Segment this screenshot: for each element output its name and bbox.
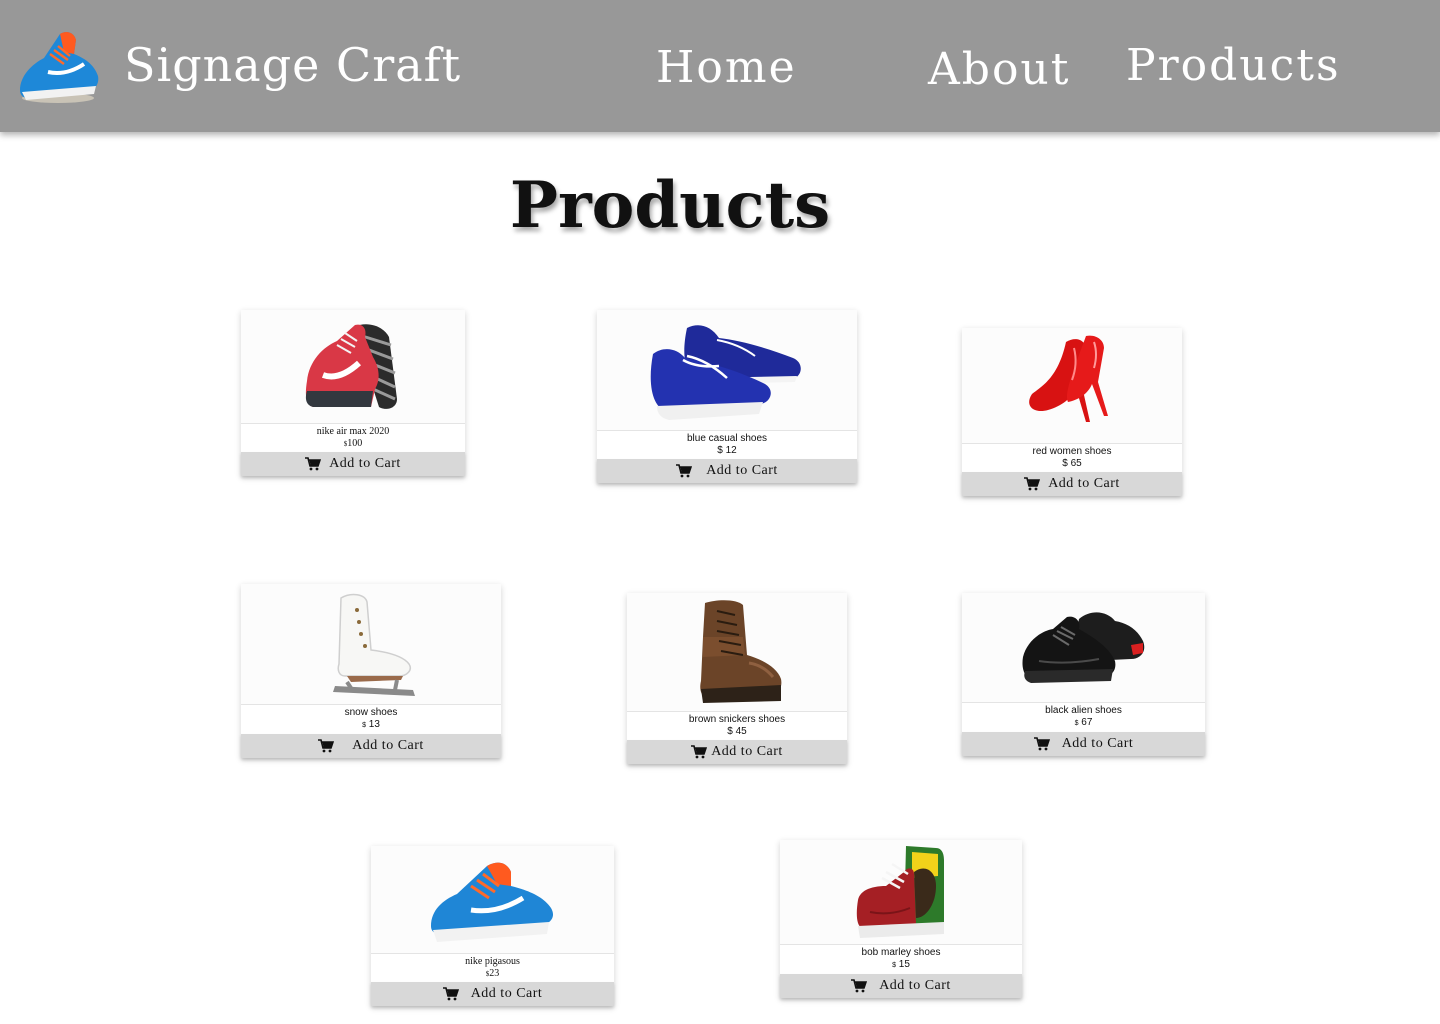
add-to-cart-label: Add to Cart: [879, 978, 951, 993]
product-info: snow shoes $ 13: [241, 705, 501, 734]
add-to-cart-button[interactable]: Add to Cart: [241, 734, 501, 758]
top-nav-bar: Signage Craft Home About Products: [0, 0, 1440, 132]
ice-skate-icon[interactable]: [241, 584, 501, 705]
cart-icon: [1034, 737, 1050, 751]
product-price: $ 65: [1062, 458, 1082, 469]
cart-icon: [1024, 477, 1040, 491]
product-info: nike pigasous $23: [371, 954, 614, 982]
cart-icon: [318, 739, 334, 753]
product-card: nike air max 2020 $100 Add to Cart: [241, 310, 465, 476]
add-to-cart-label: Add to Cart: [1048, 476, 1120, 491]
red-high-heel-icon[interactable]: [962, 328, 1182, 444]
brand-name[interactable]: Signage Craft: [124, 38, 461, 92]
cart-icon: [676, 464, 692, 478]
product-info: red women shoes $ 65: [962, 444, 1182, 472]
cart-icon: [691, 745, 707, 759]
add-to-cart-button[interactable]: Add to Cart: [597, 459, 857, 483]
product-name: snow shoes: [344, 707, 398, 718]
product-price: $ 13: [362, 719, 380, 730]
product-info: brown snickers shoes $ 45: [627, 712, 847, 740]
product-card: blue casual shoes $ 12 Add to Cart: [597, 310, 857, 483]
nav-products-link[interactable]: Products: [1126, 40, 1341, 91]
nav-about-link[interactable]: About: [928, 44, 1070, 95]
add-to-cart-button[interactable]: Add to Cart: [962, 472, 1182, 496]
nav-home-link[interactable]: Home: [656, 42, 797, 93]
product-info: blue casual shoes $ 12: [597, 431, 857, 459]
blue-running-shoe-icon[interactable]: [371, 846, 614, 954]
product-name: bob marley shoes: [861, 947, 941, 958]
add-to-cart-label: Add to Cart: [352, 738, 424, 753]
add-to-cart-button[interactable]: Add to Cart: [780, 974, 1022, 998]
product-price: $100: [343, 438, 363, 449]
add-to-cart-label: Add to Cart: [470, 986, 543, 1001]
product-name: blue casual shoes: [686, 433, 768, 444]
product-price: $ 12: [717, 445, 737, 456]
sneaker-logo-icon[interactable]: [14, 24, 102, 108]
cart-icon: [443, 987, 459, 1001]
add-to-cart-button[interactable]: Add to Cart: [962, 732, 1205, 756]
product-name: brown snickers shoes: [688, 714, 786, 725]
add-to-cart-button[interactable]: Add to Cart: [371, 982, 614, 1006]
product-price: $ 67: [1074, 717, 1093, 728]
add-to-cart-label: Add to Cart: [329, 456, 401, 471]
add-to-cart-label: Add to Cart: [1061, 736, 1134, 751]
product-info: bob marley shoes $ 15: [780, 945, 1022, 974]
product-info: nike air max 2020 $100: [241, 424, 465, 452]
page-title: Products: [509, 168, 831, 243]
product-card: black alien shoes $ 67 Add to Cart: [962, 593, 1205, 756]
product-price: $ 45: [727, 726, 747, 737]
product-card: nike pigasous $23 Add to Cart: [371, 846, 614, 1006]
blue-boat-shoe-icon[interactable]: [597, 310, 857, 431]
product-name: black alien shoes: [1045, 705, 1122, 716]
red-high-top-icon[interactable]: [780, 840, 1022, 945]
brown-boot-icon[interactable]: [627, 593, 847, 712]
add-to-cart-button[interactable]: Add to Cart: [241, 452, 465, 476]
red-running-shoe-icon[interactable]: [241, 310, 465, 424]
product-price: $ 15: [892, 959, 910, 970]
product-name: red women shoes: [1032, 446, 1112, 457]
product-card: bob marley shoes $ 15 Add to Cart: [780, 840, 1022, 998]
product-name: nike pigasous: [465, 956, 520, 967]
product-info: black alien shoes $ 67: [962, 703, 1205, 732]
black-sneaker-icon[interactable]: [962, 593, 1205, 703]
add-to-cart-label: Add to Cart: [706, 463, 778, 478]
product-card: red women shoes $ 65 Add to Cart: [962, 328, 1182, 496]
cart-icon: [305, 457, 321, 471]
product-name: nike air max 2020: [316, 426, 390, 437]
cart-icon: [851, 979, 867, 993]
add-to-cart-label: Add to Cart: [711, 744, 783, 759]
product-price: $23: [485, 968, 500, 979]
add-to-cart-button[interactable]: Add to Cart: [627, 740, 847, 764]
product-card: snow shoes $ 13 Add to Cart: [241, 584, 501, 758]
product-card: brown snickers shoes $ 45 Add to Cart: [627, 593, 847, 764]
